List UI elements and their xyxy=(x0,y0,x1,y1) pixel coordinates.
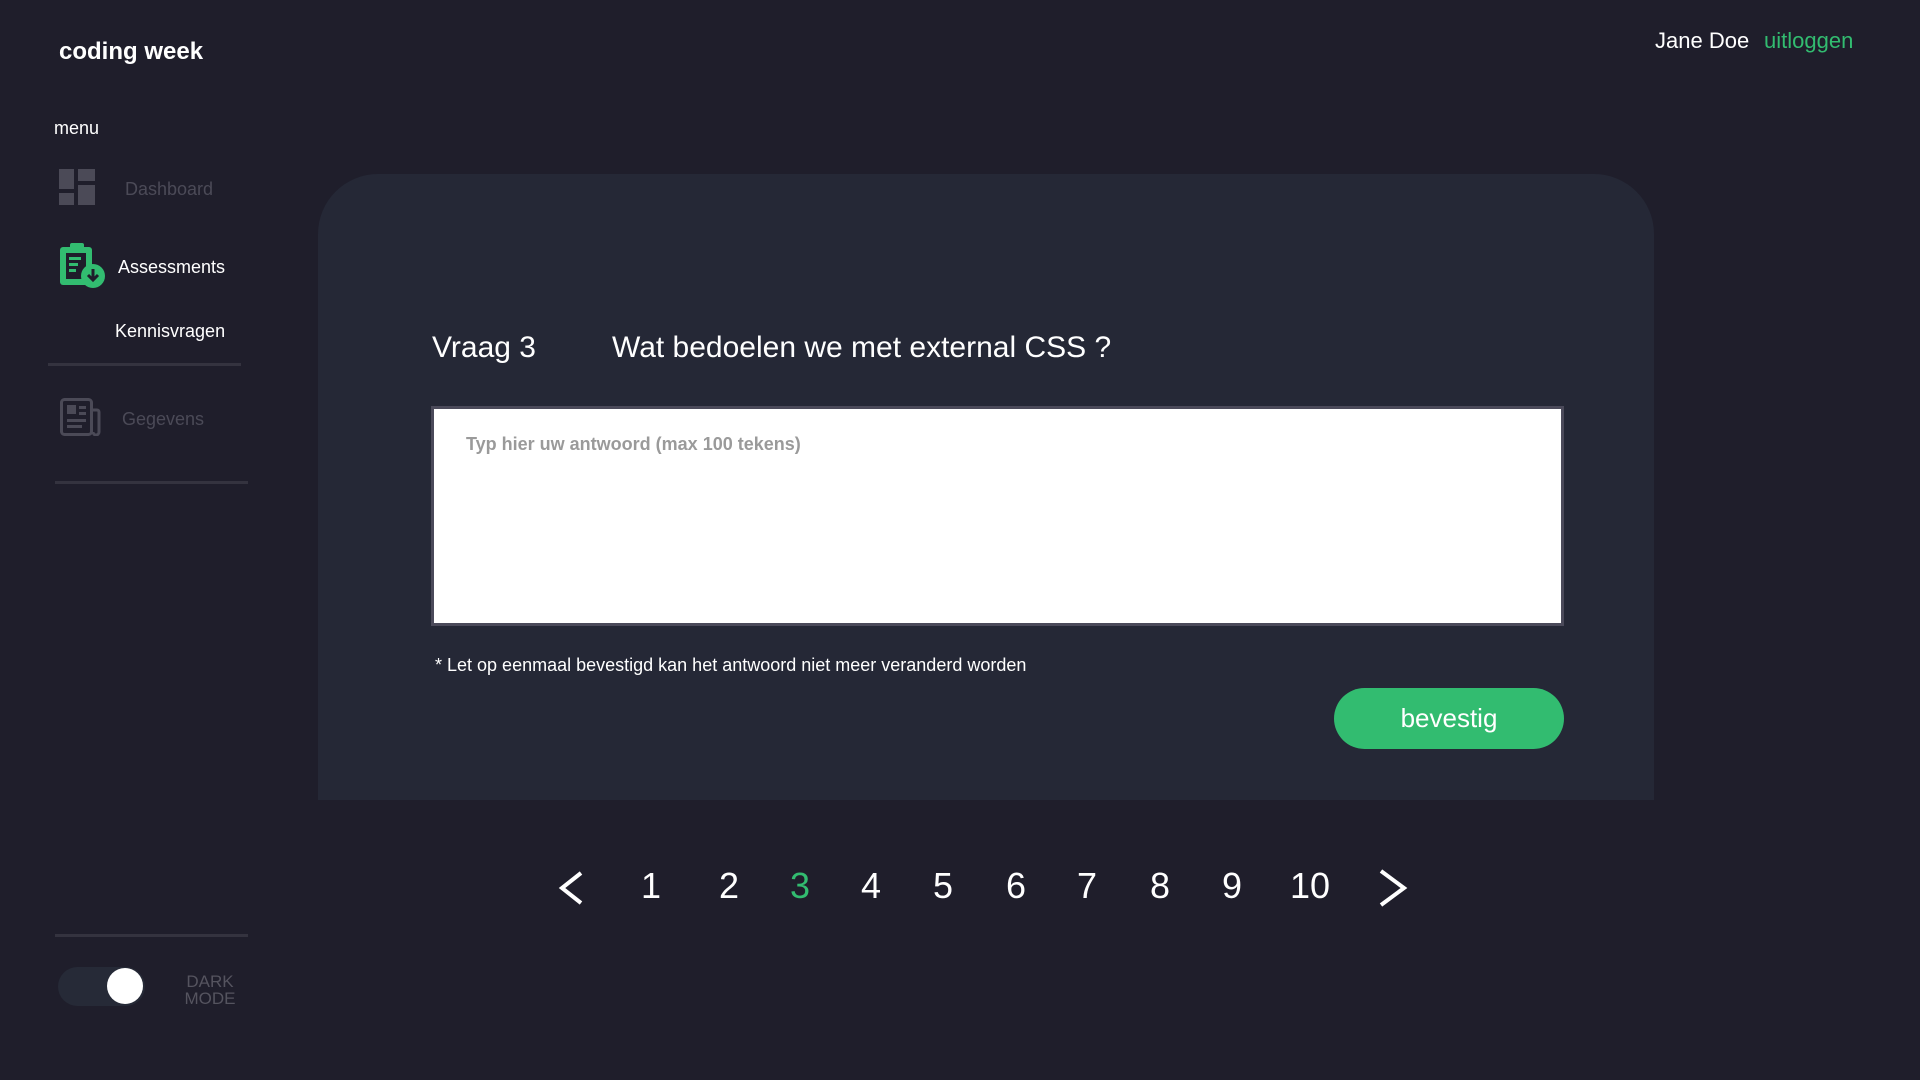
sidebar-item-assessments[interactable]: Assessments xyxy=(58,241,225,294)
sidebar-item-label: Kennisvragen xyxy=(115,321,226,341)
sidebar-subitem-kennisvragen[interactable]: Kennisvragen xyxy=(115,321,225,342)
page-1[interactable]: 1 xyxy=(641,858,661,914)
dark-mode-toggle[interactable] xyxy=(58,967,145,1006)
dark-mode-label: DARK MODE xyxy=(180,973,240,1007)
menu-heading: menu xyxy=(54,118,100,138)
page-8[interactable]: 8 xyxy=(1150,858,1170,914)
dark-mode-label-line1: DARK xyxy=(186,972,234,991)
sidebar-item-dashboard[interactable]: Dashboard xyxy=(59,169,213,210)
page-7[interactable]: 7 xyxy=(1077,858,1097,914)
clipboard-download-icon xyxy=(58,241,106,294)
user-name: Jane Doe xyxy=(1655,28,1750,53)
answer-input[interactable] xyxy=(431,406,1564,626)
page-10[interactable]: 10 xyxy=(1290,858,1330,914)
sidebar-item-label: Assessments xyxy=(118,257,226,277)
dashboard-icon xyxy=(59,169,95,210)
sidebar-item-label: Gegevens xyxy=(122,409,205,429)
sidebar-divider xyxy=(55,934,248,937)
sidebar-divider xyxy=(48,363,241,366)
page-2[interactable]: 2 xyxy=(719,858,739,914)
sidebar-divider xyxy=(55,481,248,484)
page-9[interactable]: 9 xyxy=(1222,858,1242,914)
page-5[interactable]: 5 xyxy=(933,858,953,914)
question-number: Vraag 3 xyxy=(432,331,536,364)
next-page-button[interactable] xyxy=(1377,858,1409,914)
sidebar-item-gegevens[interactable]: Gegevens xyxy=(60,398,204,441)
page-3-current[interactable]: 3 xyxy=(790,858,810,914)
question-text: Wat bedoelen we met external CSS ? xyxy=(612,331,1112,364)
newspaper-icon xyxy=(60,398,101,441)
confirm-note: * Let op eenmaal bevestigd kan het antwo… xyxy=(435,655,1027,675)
dark-mode-label-line2: MODE xyxy=(184,989,236,1008)
app-logo: coding week xyxy=(59,38,204,65)
prev-page-button[interactable] xyxy=(557,858,585,914)
sidebar-item-label: Dashboard xyxy=(125,179,214,199)
page-6[interactable]: 6 xyxy=(1006,858,1026,914)
confirm-button[interactable]: bevestig xyxy=(1334,688,1564,749)
pagination: 1 2 3 4 5 6 7 8 9 10 xyxy=(0,858,1920,914)
logout-link[interactable]: uitloggen xyxy=(1764,28,1853,54)
page-4[interactable]: 4 xyxy=(861,858,881,914)
toggle-knob xyxy=(107,968,143,1004)
